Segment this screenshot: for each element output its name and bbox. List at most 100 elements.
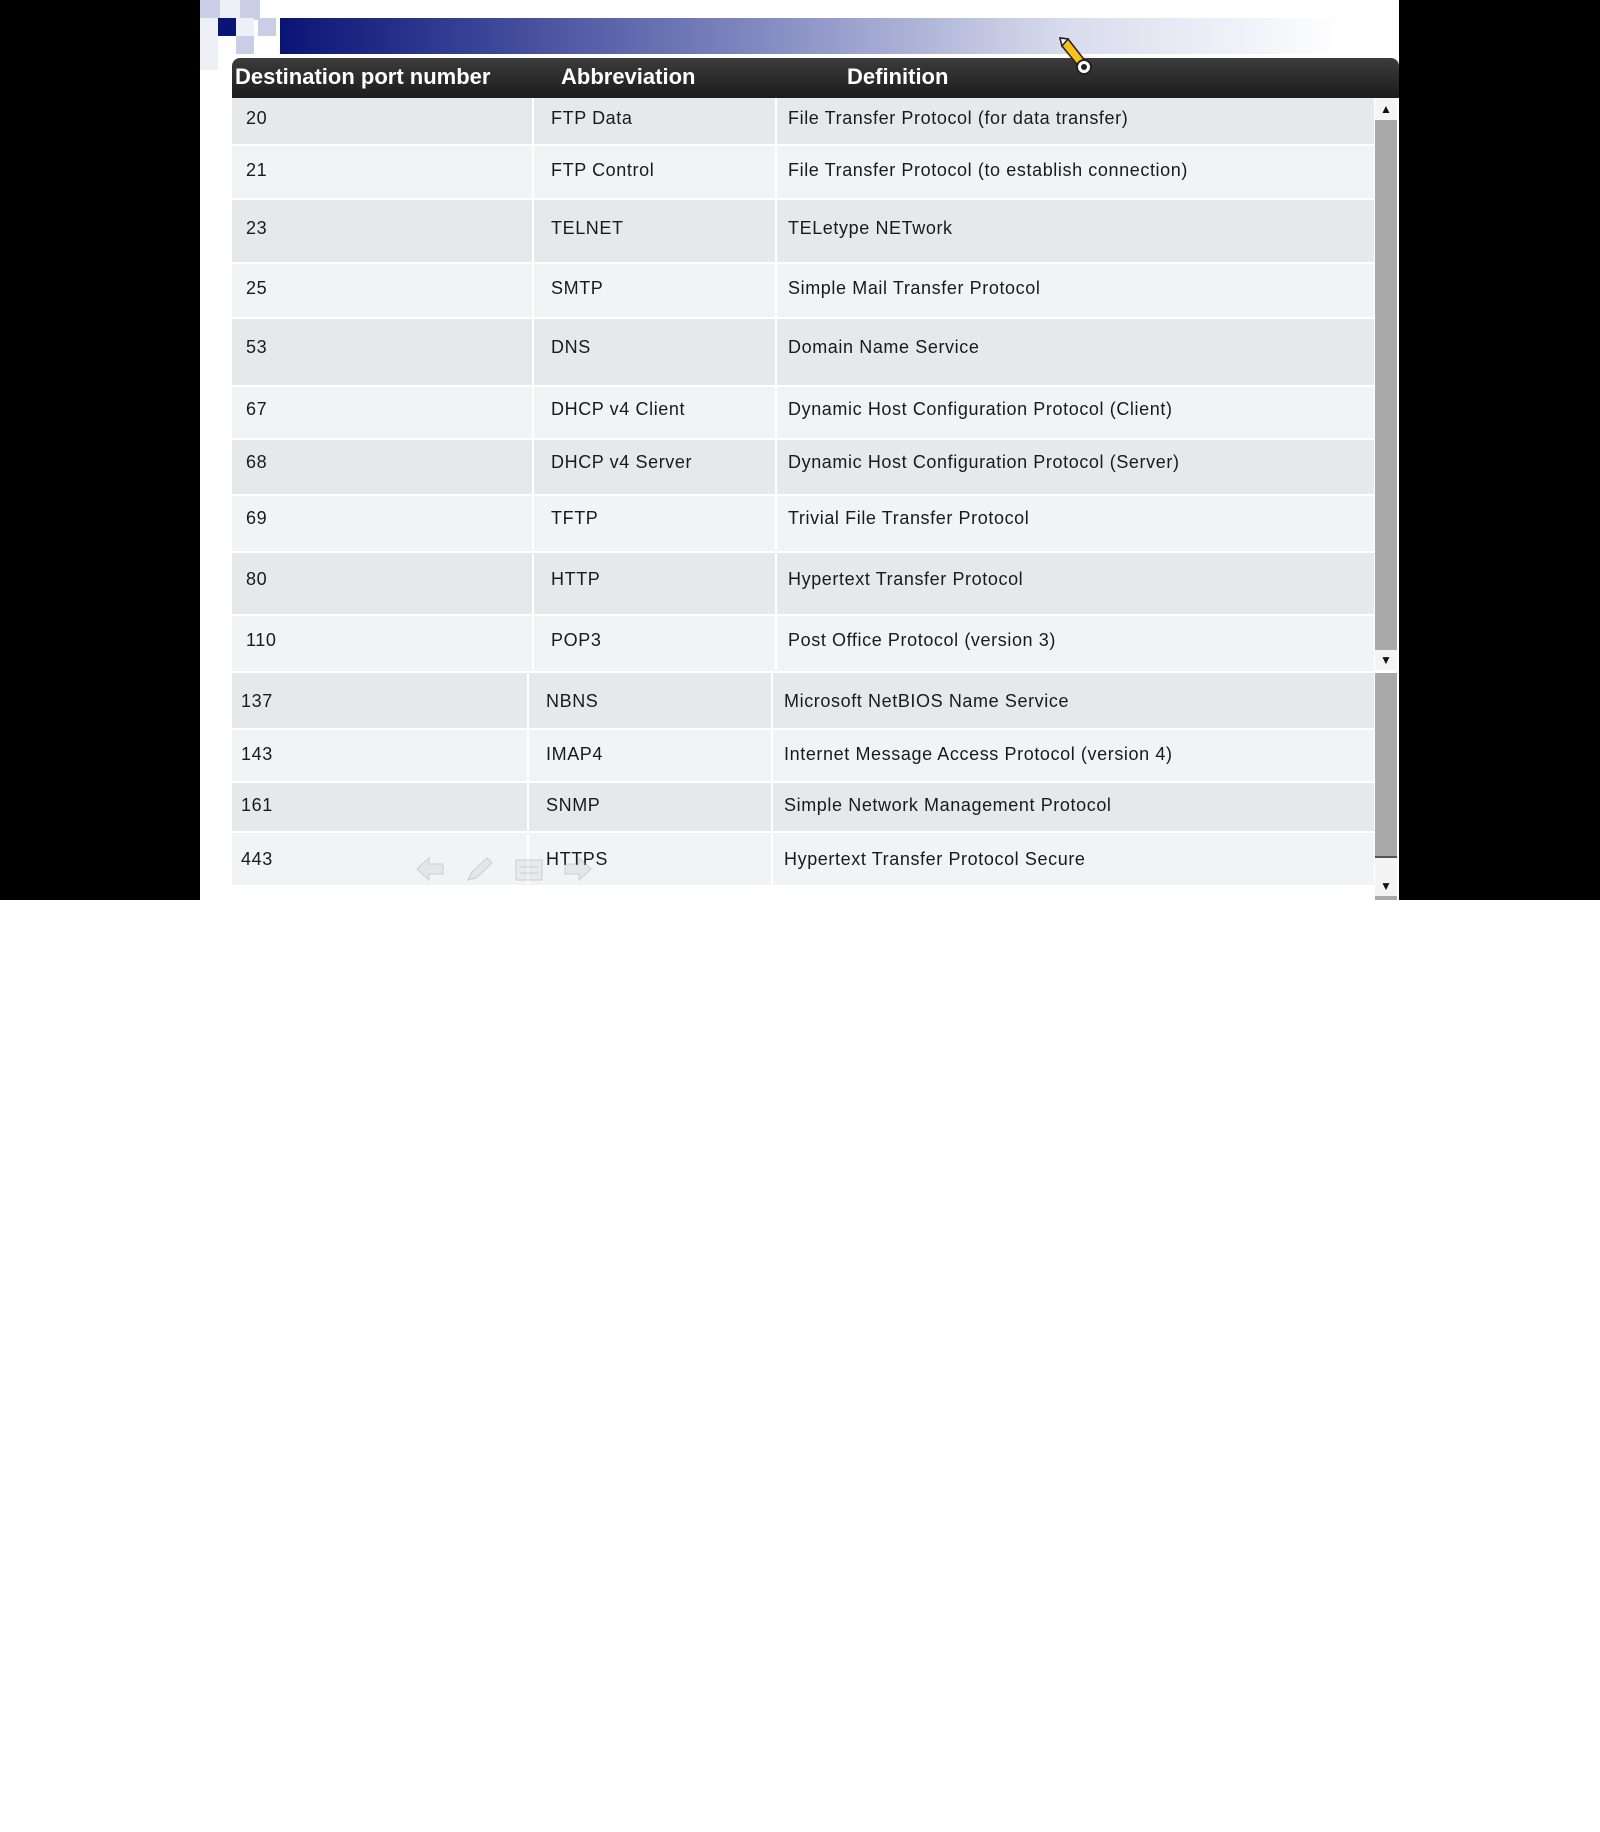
table-row: 23 TELNET TELetype NETwork	[232, 200, 1374, 264]
column-divider	[775, 440, 777, 496]
column-divider	[532, 496, 534, 553]
cell-abbreviation: FTP Data	[551, 108, 633, 128]
table-row: 68 DHCP v4 Server Dynamic Host Configurati…	[232, 440, 1374, 496]
table-row: 161 SNMP Simple Network Management Protoco…	[232, 783, 1374, 833]
column-divider	[775, 616, 777, 673]
menu-icon[interactable]	[515, 859, 543, 886]
cell-definition: Simple Mail Transfer Protocol	[788, 278, 1041, 298]
scroll-track[interactable]	[1375, 120, 1397, 650]
cell-definition: Hypertext Transfer Protocol	[788, 569, 1024, 589]
header-port: Destination port number	[235, 64, 491, 89]
table-row: 143 IMAP4 Internet Message Access Protocol…	[232, 730, 1374, 783]
column-divider	[775, 553, 777, 616]
table-row: 25 SMTP Simple Mail Transfer Protocol	[232, 264, 1374, 319]
decor-square	[236, 18, 254, 36]
table-header: Destination port number Abbreviation Def…	[232, 58, 1399, 98]
cell-definition: Internet Message Access Protocol (versio…	[784, 744, 1173, 764]
cell-port: 161	[241, 795, 273, 815]
scrollbar[interactable]: ▼	[1375, 673, 1397, 900]
column-divider	[775, 146, 777, 200]
cell-port: 143	[241, 744, 273, 764]
cell-port: 25	[246, 278, 268, 298]
header-definition: Definition	[847, 64, 949, 89]
cell-definition: Hypertext Transfer Protocol Secure	[784, 849, 1086, 869]
cell-port: 110	[246, 630, 277, 650]
column-divider	[532, 98, 534, 146]
decor-square	[258, 18, 276, 36]
scroll-track[interactable]	[1375, 673, 1397, 856]
table-row: 137 NBNS Microsoft NetBIOS Name Service	[232, 673, 1374, 730]
cell-definition: Post Office Protocol (version 3)	[788, 630, 1056, 650]
video-frame: Destination port number Abbreviation Def…	[0, 0, 1600, 900]
cell-definition: Microsoft NetBIOS Name Service	[784, 691, 1070, 711]
cell-abbreviation: NBNS	[546, 691, 599, 711]
column-divider	[775, 98, 777, 146]
table-row: 53 DNS Domain Name Service	[232, 319, 1374, 387]
scrollbar[interactable]: ▲ ▼	[1375, 98, 1397, 670]
cell-definition: TELetype NETwork	[788, 218, 953, 238]
decor-square	[236, 36, 254, 54]
column-divider	[771, 673, 773, 730]
port-table: Destination port number Abbreviation Def…	[232, 58, 1399, 900]
column-divider	[775, 319, 777, 387]
arrow-up-icon[interactable]: ▲	[1375, 98, 1397, 120]
column-divider	[771, 783, 773, 833]
column-divider	[771, 833, 773, 887]
decor-square	[218, 18, 236, 36]
column-divider	[775, 496, 777, 553]
cell-port: 20	[246, 108, 268, 128]
title-band	[280, 18, 1399, 54]
cell-port: 23	[246, 218, 268, 238]
column-divider	[532, 200, 534, 264]
pen-cursor-icon	[1058, 36, 1094, 78]
cell-definition: Dynamic Host Configuration Protocol (Ser…	[788, 452, 1180, 472]
cell-definition: File Transfer Protocol (to establish con…	[788, 160, 1188, 180]
column-divider	[532, 264, 534, 319]
decor-square	[200, 0, 220, 20]
table-row: 443 HTTPS Hypertext Transfer Protocol Secu…	[232, 833, 1374, 887]
cell-abbreviation: TFTP	[551, 508, 599, 528]
cell-definition: Domain Name Service	[788, 337, 980, 357]
cell-abbreviation: DHCP v4 Server	[551, 452, 693, 472]
cell-abbreviation: DNS	[551, 337, 591, 357]
cell-port: 80	[246, 569, 268, 589]
column-divider	[771, 730, 773, 783]
column-divider	[532, 146, 534, 200]
cell-abbreviation: POP3	[551, 630, 602, 650]
arrow-left-icon[interactable]	[415, 855, 445, 888]
column-divider	[532, 387, 534, 440]
decor-square	[200, 54, 218, 70]
decor-square	[200, 18, 218, 36]
arrow-right-icon[interactable]	[563, 855, 593, 888]
pen-icon[interactable]	[465, 855, 495, 888]
cell-port: 68	[246, 452, 268, 472]
cell-port: 53	[246, 337, 268, 357]
column-divider	[527, 730, 529, 783]
arrow-down-icon[interactable]: ▼	[1375, 650, 1397, 670]
cell-port: 67	[246, 399, 268, 419]
column-divider	[532, 553, 534, 616]
table-row: 80 HTTP Hypertext Transfer Protocol	[232, 553, 1374, 616]
cell-abbreviation: TELNET	[551, 218, 624, 238]
column-divider	[527, 673, 529, 730]
column-divider	[775, 264, 777, 319]
decor-square	[218, 36, 236, 54]
table-row: 110 POP3 Post Office Protocol (version 3)	[232, 616, 1374, 673]
cell-definition: Trivial File Transfer Protocol	[788, 508, 1030, 528]
slide-nav-controls[interactable]	[415, 855, 605, 887]
table-row: 20 FTP Data File Transfer Protocol (for da…	[232, 98, 1374, 146]
slide: Destination port number Abbreviation Def…	[200, 0, 1399, 900]
header-abbreviation: Abbreviation	[561, 64, 696, 89]
column-divider	[775, 200, 777, 264]
cell-port: 443	[241, 849, 273, 869]
cell-definition: Simple Network Management Protocol	[784, 795, 1112, 815]
cell-port: 21	[246, 160, 268, 180]
column-divider	[775, 387, 777, 440]
decor-square	[220, 0, 240, 20]
table-row: 21 FTP Control File Transfer Protocol (to …	[232, 146, 1374, 200]
arrow-down-icon[interactable]: ▼	[1375, 876, 1397, 896]
column-divider	[532, 319, 534, 387]
cell-abbreviation: HTTP	[551, 569, 601, 589]
cell-abbreviation: DHCP v4 Client	[551, 399, 686, 419]
scroll-divider	[1375, 856, 1397, 876]
